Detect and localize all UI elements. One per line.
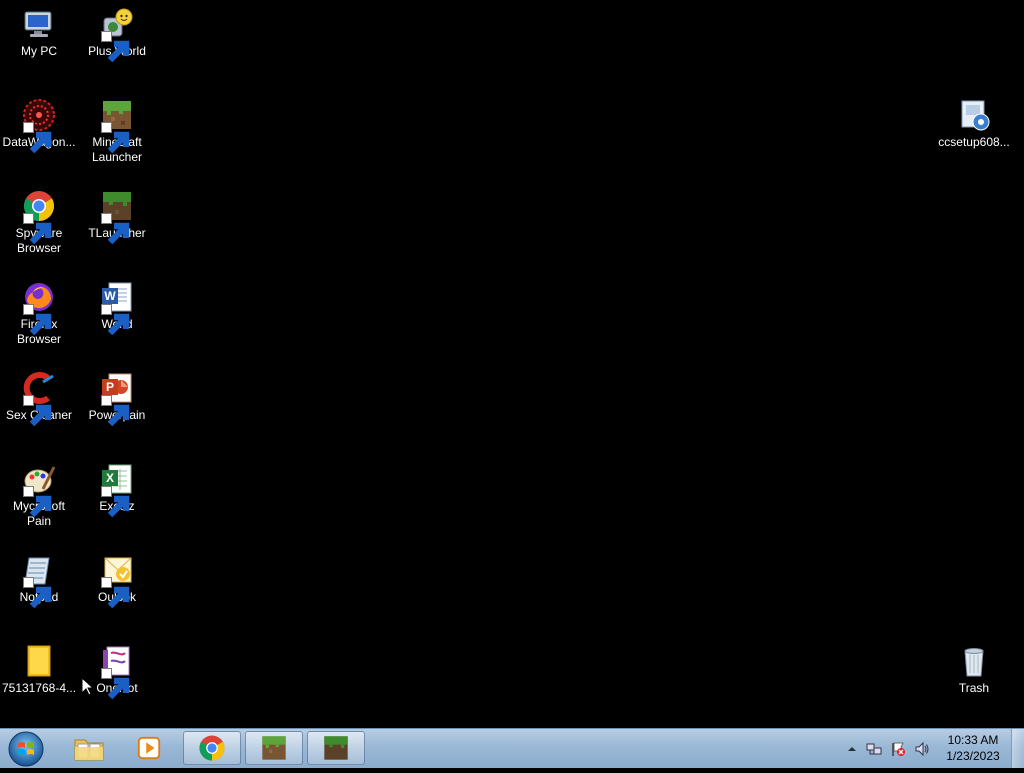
- firefox-icon: [21, 279, 57, 336]
- desktop-icon-plus-world[interactable]: Plus World: [78, 6, 156, 63]
- shortcut-arrow-icon: [101, 213, 130, 245]
- taskbar-file-explorer[interactable]: [60, 731, 118, 765]
- recycle-bin-icon: [956, 643, 992, 679]
- word-icon: W: [99, 279, 135, 336]
- minecraft-icon: [99, 97, 135, 154]
- desktop-icon-minecraft-launcher[interactable]: Minecraft Launcher: [78, 97, 156, 165]
- desktop-icon-image-file[interactable]: 75131768-4...: [0, 643, 78, 696]
- desktop-icon-powerpain[interactable]: P Powerpain: [78, 370, 156, 427]
- desktop-icon-trash[interactable]: Trash: [935, 643, 1013, 696]
- svg-text:P: P: [106, 380, 114, 394]
- speaker-icon: [915, 741, 929, 757]
- shortcut-arrow-icon: [101, 122, 130, 154]
- desktop-icon-label: ccsetup608...: [938, 135, 1010, 149]
- shortcut-arrow-icon: [101, 486, 130, 518]
- tray-network-icon[interactable]: [866, 741, 882, 757]
- excel-icon: X: [99, 461, 135, 518]
- paint-icon: [21, 461, 57, 518]
- desktop-icon-sex-cleaner[interactable]: Sex Cleaner: [0, 370, 78, 427]
- powerpoint-icon: P: [99, 370, 135, 427]
- show-desktop-button[interactable]: [1011, 729, 1024, 768]
- shortcut-arrow-icon: [23, 213, 52, 245]
- shortcut-arrow-icon: [23, 395, 52, 427]
- desktop-icon-tlauncher[interactable]: TLauncher: [78, 188, 156, 245]
- desktop-icon-excelz[interactable]: X Excelz: [78, 461, 156, 518]
- desktop-icon-label: 75131768-4...: [1, 681, 77, 695]
- shortcut-arrow-icon: [23, 304, 52, 336]
- outlook-icon: [99, 552, 135, 609]
- desktop-icon-spyware-browser[interactable]: Spyware Browser: [0, 188, 78, 256]
- minecraft-icon: [262, 736, 286, 760]
- desktop-icon-ccsetup[interactable]: ccsetup608...: [935, 97, 1013, 150]
- tray-volume-icon[interactable]: [914, 741, 930, 757]
- taskbar-minecraft-launcher[interactable]: [245, 731, 303, 765]
- clock-time: 10:33 AM: [947, 733, 999, 747]
- media-player-icon: [137, 736, 161, 760]
- datawagon-icon: [21, 97, 57, 154]
- desktop[interactable]: My PC DataWagon... Spyware Browser Firef…: [0, 0, 1024, 728]
- clock-date: 1/23/2023: [946, 749, 1000, 763]
- tlauncher-icon: [99, 188, 135, 245]
- shortcut-arrow-icon: [101, 668, 130, 700]
- taskbar-tlauncher[interactable]: [307, 731, 365, 765]
- chrome-icon: [199, 735, 225, 761]
- shortcut-arrow-icon: [23, 486, 52, 518]
- chrome-icon: [21, 188, 57, 245]
- taskbar: 10:33 AM 1/23/2023: [0, 728, 1024, 768]
- chevron-up-icon: [848, 747, 856, 751]
- taskbar-chrome[interactable]: [183, 731, 241, 765]
- desktop-icon-world[interactable]: W World: [78, 279, 156, 336]
- image-file-icon: [21, 643, 57, 679]
- games-icon: [99, 6, 135, 63]
- shortcut-arrow-icon: [101, 577, 130, 609]
- svg-text:X: X: [106, 471, 114, 485]
- desktop-icon-label: Trash: [958, 681, 990, 695]
- start-button[interactable]: [6, 730, 46, 768]
- desktop-icon-oulook[interactable]: Oulook: [78, 552, 156, 609]
- desktop-icon-my-pc[interactable]: My PC: [0, 6, 78, 59]
- folder-icon: [74, 739, 104, 761]
- desktop-icon-label: My PC: [21, 44, 57, 58]
- tray-action-center-icon[interactable]: [890, 741, 906, 757]
- shortcut-arrow-icon: [23, 577, 52, 609]
- notepad-icon: [21, 552, 57, 609]
- tlauncher-icon: [324, 736, 348, 760]
- shortcut-arrow-icon: [101, 395, 130, 427]
- shortcut-arrow-icon: [101, 304, 130, 336]
- installer-icon: [956, 97, 992, 133]
- taskbar-clock[interactable]: 10:33 AM 1/23/2023: [944, 732, 1002, 764]
- taskbar-media-player[interactable]: [120, 731, 178, 765]
- mouse-cursor-icon: [81, 676, 95, 696]
- svg-text:W: W: [104, 289, 116, 303]
- desktop-icon-mycrosoft-pain[interactable]: Mycrosoft Pain: [0, 461, 78, 529]
- windows-logo-icon: [8, 731, 44, 767]
- desktop-icon-datawagon[interactable]: DataWagon...: [0, 97, 78, 154]
- onenote-icon: [99, 643, 135, 700]
- flag-icon: [892, 742, 905, 756]
- show-hidden-icons-button[interactable]: [844, 741, 860, 757]
- computer-icon: [21, 6, 57, 42]
- shortcut-arrow-icon: [23, 122, 52, 154]
- desktop-icon-firefox-browser[interactable]: Firefox Browser: [0, 279, 78, 347]
- network-icon: [866, 743, 882, 755]
- desktop-icon-notpad[interactable]: Notpad: [0, 552, 78, 609]
- shortcut-arrow-icon: [101, 31, 130, 63]
- ccleaner-icon: [21, 370, 57, 427]
